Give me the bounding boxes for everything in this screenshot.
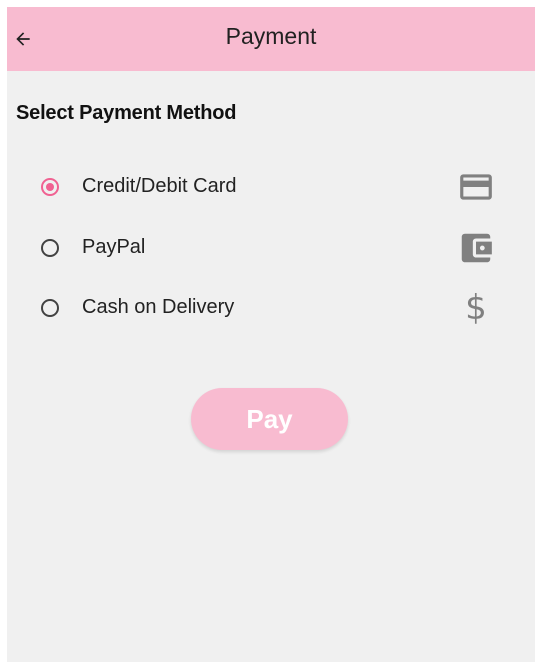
- payment-screen: Payment Select Payment Method Credit/Deb…: [7, 7, 535, 662]
- pay-button[interactable]: Pay: [191, 388, 348, 450]
- back-button[interactable]: [7, 7, 39, 71]
- section-title: Select Payment Method: [16, 102, 237, 124]
- wallet-icon: [456, 228, 496, 268]
- arrow-left-icon: [16, 32, 30, 46]
- radio-credit-card[interactable]: [41, 178, 59, 196]
- page-title: Payment: [225, 23, 317, 49]
- dollar-glyph: $: [465, 288, 487, 328]
- payment-option-label: Credit/Debit Card: [82, 175, 237, 197]
- radio-cash-on-delivery[interactable]: [41, 299, 59, 317]
- app-bar: Payment: [7, 7, 535, 71]
- radio-paypal[interactable]: [41, 239, 59, 257]
- dollar-icon: $: [456, 288, 496, 328]
- payment-option-label: PayPal: [82, 236, 146, 258]
- payment-option-credit-card[interactable]: Credit/Debit Card: [7, 159, 535, 215]
- payment-option-cash-on-delivery[interactable]: Cash on Delivery $: [7, 280, 535, 336]
- credit-card-icon: [456, 167, 496, 207]
- payment-option-label: Cash on Delivery: [82, 296, 235, 318]
- payment-option-paypal[interactable]: PayPal: [7, 220, 535, 276]
